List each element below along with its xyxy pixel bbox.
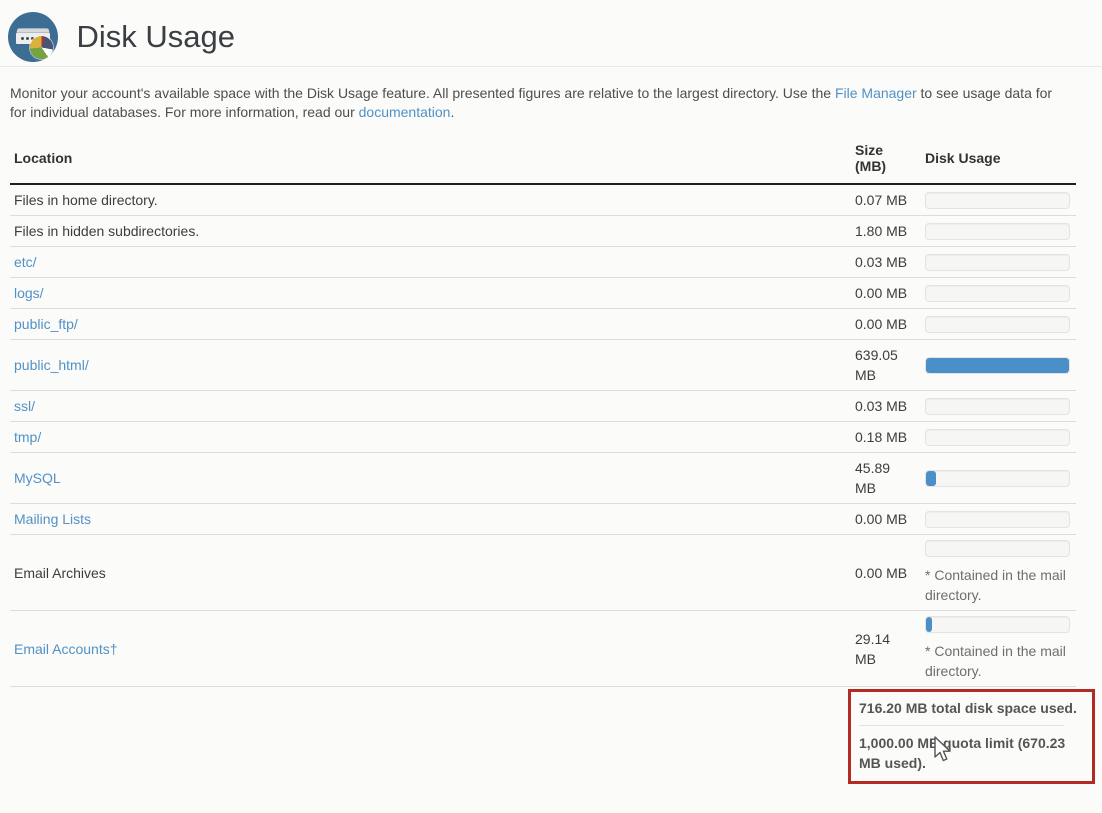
disk-usage-cell xyxy=(913,216,1076,247)
summary-cell: 716.20 MB total disk space used. 1,000.0… xyxy=(855,687,1076,785)
disk-usage-bar xyxy=(925,398,1070,415)
disk-usage-bar xyxy=(925,223,1070,240)
location-label: Files in hidden subdirectories. xyxy=(14,223,199,239)
page-header: Disk Usage xyxy=(0,0,1102,67)
disk-usage-cell xyxy=(913,278,1076,309)
size-value: 1.80 MB xyxy=(855,216,913,247)
size-value: 0.00 MB xyxy=(855,278,913,309)
summary-row: 716.20 MB total disk space used. 1,000.0… xyxy=(10,687,1076,785)
table-row: public_html/639.05 MB xyxy=(10,340,1076,391)
size-value: 0.18 MB xyxy=(855,422,913,453)
location-link[interactable]: ssl/ xyxy=(14,398,35,414)
location-link[interactable]: tmp/ xyxy=(14,429,41,445)
location-link[interactable]: Email Accounts† xyxy=(14,641,118,657)
table-row: MySQL 45.89 MB xyxy=(10,453,1076,504)
intro-text-segment: for individual databases. For more infor… xyxy=(10,104,359,120)
size-value: 0.07 MB xyxy=(855,184,913,216)
disk-usage-bar xyxy=(925,429,1070,446)
disk-usage-cell xyxy=(913,247,1076,278)
table-row: Files in home directory. 0.07 MB xyxy=(10,184,1076,216)
size-value: 29.14 MB xyxy=(855,611,913,687)
disk-usage-bar xyxy=(925,511,1070,528)
size-value: 45.89 MB xyxy=(855,453,913,504)
disk-usage-bar xyxy=(925,192,1070,209)
intro-line-1: Monitor your account's available space w… xyxy=(10,84,1102,103)
disk-usage-table: Location Size (MB) Disk Usage Files in h… xyxy=(10,132,1076,784)
quota-summary-box: 716.20 MB total disk space used. 1,000.0… xyxy=(848,689,1095,784)
disk-usage-icon xyxy=(8,12,58,62)
size-value: 0.00 MB xyxy=(855,309,913,340)
location-link[interactable]: etc/ xyxy=(14,254,37,270)
disk-usage-bar xyxy=(925,616,1070,633)
disk-usage-bar xyxy=(925,254,1070,271)
table-row: public_ftp/0.00 MB xyxy=(10,309,1076,340)
page-title: Disk Usage xyxy=(76,19,235,55)
table-row: logs/0.00 MB xyxy=(10,278,1076,309)
location-label: Files in home directory. xyxy=(14,192,158,208)
intro-text-segment: Monitor your account's available space w… xyxy=(10,85,835,101)
disk-usage-cell: * Contained in the mail directory. xyxy=(913,535,1076,611)
table-row: etc/0.03 MB xyxy=(10,247,1076,278)
file-manager-link[interactable]: File Manager xyxy=(835,85,917,101)
disk-usage-cell xyxy=(913,309,1076,340)
disk-usage-cell xyxy=(913,391,1076,422)
location-link[interactable]: public_html/ xyxy=(14,357,89,373)
disk-usage-bar-fill xyxy=(926,471,936,486)
pie-chart-icon xyxy=(30,36,53,59)
location-label: Email Archives xyxy=(14,565,106,581)
size-value: 0.00 MB xyxy=(855,535,913,611)
summary-empty-cell xyxy=(10,687,855,785)
disk-usage-bar xyxy=(925,285,1070,302)
total-disk-space-text: 716.20 MB total disk space used. xyxy=(859,698,1084,718)
table-row: Files in hidden subdirectories. 1.80 MB xyxy=(10,216,1076,247)
column-header-size: Size (MB) xyxy=(855,132,913,184)
disk-usage-cell xyxy=(913,340,1076,391)
intro-text: Monitor your account's available space w… xyxy=(10,84,1102,122)
contained-note: * Contained in the mail directory. xyxy=(925,565,1075,605)
intro-text-segment: . xyxy=(450,104,454,120)
table-row: tmp/0.18 MB xyxy=(10,422,1076,453)
intro-line-2: for individual databases. For more infor… xyxy=(10,103,1102,122)
disk-usage-bar xyxy=(925,540,1070,557)
location-link[interactable]: logs/ xyxy=(14,285,44,301)
location-link[interactable]: MySQL xyxy=(14,470,61,486)
disk-usage-bar xyxy=(925,316,1070,333)
table-header-row: Location Size (MB) Disk Usage xyxy=(10,132,1076,184)
size-value: 0.03 MB xyxy=(855,247,913,278)
disk-usage-cell: * Contained in the mail directory. xyxy=(913,611,1076,687)
size-value: 0.03 MB xyxy=(855,391,913,422)
disk-usage-bar xyxy=(925,470,1070,487)
disk-usage-cell xyxy=(913,184,1076,216)
size-value: 639.05 MB xyxy=(855,340,913,391)
size-value: 0.00 MB xyxy=(855,504,913,535)
disk-usage-cell xyxy=(913,422,1076,453)
disk-usage-bar-fill xyxy=(926,358,1069,373)
documentation-link[interactable]: documentation xyxy=(359,104,451,120)
disk-usage-bar-fill xyxy=(926,617,932,632)
table-row: Mailing Lists 0.00 MB xyxy=(10,504,1076,535)
quota-limit-text: 1,000.00 MB quota limit (670.23 MB used)… xyxy=(859,733,1084,773)
location-link[interactable]: public_ftp/ xyxy=(14,316,78,332)
table-row: Email Accounts† 29.14 MB * Contained in th… xyxy=(10,611,1076,687)
column-header-location: Location xyxy=(10,132,855,184)
disk-usage-cell xyxy=(913,453,1076,504)
quota-divider xyxy=(859,725,1064,726)
intro-text-segment: to see usage data for xyxy=(917,85,1052,101)
location-link[interactable]: Mailing Lists xyxy=(14,511,91,527)
disk-usage-table-body: Files in home directory.0.07 MBFiles in … xyxy=(10,184,1076,687)
disk-usage-cell xyxy=(913,504,1076,535)
disk-usage-bar xyxy=(925,357,1070,374)
contained-note: * Contained in the mail directory. xyxy=(925,641,1075,681)
column-header-disk-usage: Disk Usage xyxy=(913,132,1076,184)
table-row: Email Archives 0.00 MB * Contained in the … xyxy=(10,535,1076,611)
table-row: ssl/0.03 MB xyxy=(10,391,1076,422)
